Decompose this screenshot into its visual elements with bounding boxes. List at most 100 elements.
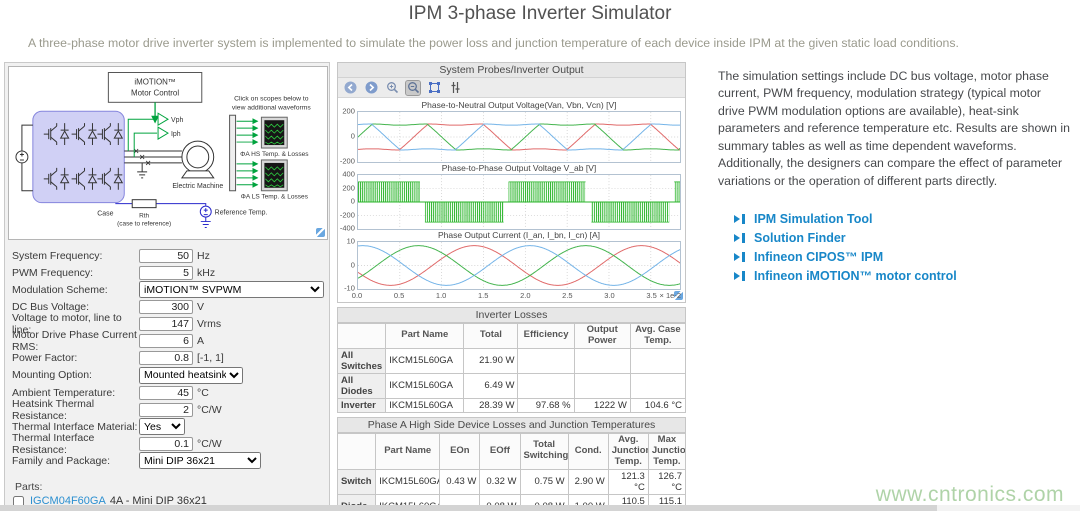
ground-symbol [137,163,147,178]
field-unit: °C/W [197,438,222,450]
plot-title: Phase-to-Phase Output Voltage V_ab [V] [357,163,681,174]
field-input[interactable] [139,249,193,263]
zoom-in-icon[interactable] [385,81,399,95]
related-link[interactable]: Infineon iMOTION™ motor control [734,269,1070,283]
field-select[interactable]: iMOTION™ SVPWM [139,281,324,298]
table-cell: All Diodes [338,373,386,398]
field-label: Heatsink Thermal Resistance: [12,398,139,422]
scrollbar-thumb[interactable] [0,505,937,511]
column-header: Total Switching [520,433,568,469]
table-cell [518,373,574,398]
iph-probe [158,127,168,139]
column-header: Total [464,324,518,349]
hs-scope-icon[interactable] [237,117,288,148]
x-axis-multiplier: × 1e-2 [660,291,681,300]
y-axis-labels: 4002000-200-400 [340,174,357,228]
results-tables: Inverter LossesPart NameTotalEfficiencyO… [337,307,686,511]
link-arrow-icon [734,252,745,263]
form-field-row: Mounting Option:Mounted heatsink [12,369,324,383]
table-cell: 121.3 °C [608,469,648,494]
table-title: Phase A High Side Device Losses and Junc… [337,417,686,433]
field-unit: Vrms [197,318,221,330]
column-header [338,433,376,469]
zoom-box-icon[interactable] [427,81,441,95]
x-tick-label: 0.0 [352,291,362,300]
table-cell: 0.75 W [520,469,568,494]
y-tick-label: -400 [340,224,355,233]
field-input[interactable] [139,317,193,331]
field-select[interactable]: Yes [139,418,185,435]
x-tick-label: 0.5 [394,291,404,300]
column-header: EOn [440,433,480,469]
horizontal-scrollbar[interactable] [0,505,1080,511]
field-input[interactable] [139,351,193,365]
column-header: Cond. [568,433,608,469]
field-unit: A [197,335,204,347]
zoom-out-icon[interactable] [406,81,420,95]
scopes-note: Click on scopes below to [234,95,309,102]
vph-label: Vph [171,117,183,124]
form-field-row: Power Factor:[-1, 1] [12,352,324,366]
watermark: www.cntronics.com [876,483,1064,507]
y-tick-label: 200 [342,183,355,192]
y-axis-labels: 2000-200 [340,111,357,161]
results-table: Part NameEOnEOffTotal SwitchingCond.Avg.… [337,433,686,511]
scope-panel: System Probes/Inverter Output [337,62,686,303]
table-cell: 6.49 W [464,373,518,398]
table-cell: Inverter [338,398,386,412]
field-label: Thermal Interface Resistance: [12,432,139,456]
column-header: Part Name [376,433,440,469]
table-cell: 126.7 °C [648,469,685,494]
link-label: IPM Simulation Tool [754,212,873,226]
svg-text:(case to reference): (case to reference) [117,221,171,228]
y-tick-label: 0 [351,132,355,141]
related-link[interactable]: Infineon CIPOS™ IPM [734,250,1070,264]
table-cell: All Switches [338,348,386,373]
y-tick-label: 10 [347,237,355,246]
table-title: Inverter Losses [337,307,686,323]
motor-control-label: iMOTION™ [134,77,175,86]
cursors-icon[interactable] [448,81,462,95]
table-cell: 0.32 W [480,469,520,494]
x-tick-label: 1.5 [478,291,488,300]
table-cell: 28.39 W [464,398,518,412]
field-input[interactable] [139,266,193,280]
field-label: Modulation Scheme: [12,284,139,296]
field-label: PWM Frequency: [12,267,139,279]
page-title: IPM 3-phase Inverter Simulator [0,3,1080,25]
field-unit: V [197,301,204,313]
field-input[interactable] [139,300,193,314]
svg-text:Motor Control: Motor Control [131,88,179,97]
related-link[interactable]: IPM Simulation Tool [734,212,1070,226]
x-tick-label: 1.0 [436,291,446,300]
parts-label: Parts: [15,481,42,493]
related-link[interactable]: Solution Finder [734,231,1070,245]
plot-canvas[interactable] [357,174,681,230]
related-links: IPM Simulation Tool Solution Finder Infine… [718,212,1070,283]
field-label: Family and Package: [12,455,139,467]
field-label: Mounting Option: [12,369,139,381]
plot: 2000-200 [340,111,681,163]
back-icon[interactable] [343,81,357,95]
x-tick-label: 2.0 [520,291,530,300]
diagram-expand-icon[interactable] [316,228,325,237]
table-cell: 2.90 W [568,469,608,494]
field-input[interactable] [139,403,193,417]
field-input[interactable] [139,386,193,400]
field-select[interactable]: Mounted heatsink [139,367,243,384]
plot-canvas[interactable] [357,241,681,290]
column-header: EOff [480,433,520,469]
plot-canvas[interactable] [357,111,681,163]
field-unit: Hz [197,250,210,262]
form-field-row: Family and Package:Mini DIP 36x21 [12,454,324,468]
form-field-row: PWM Frequency:kHz [12,266,324,280]
table-cell: IKCM15L60GA [386,398,464,412]
field-input[interactable] [139,437,193,451]
field-select[interactable]: Mini DIP 36x21 [139,452,261,469]
plot-title: Phase Output Current (I_an, I_bn, I_cn) … [357,230,681,241]
forward-icon[interactable] [364,81,378,95]
field-input[interactable] [139,334,193,348]
x-tick-label: 3.0 [604,291,614,300]
form-field-row: Modulation Scheme:iMOTION™ SVPWM [12,283,324,297]
ls-scope-icon[interactable] [237,160,288,191]
